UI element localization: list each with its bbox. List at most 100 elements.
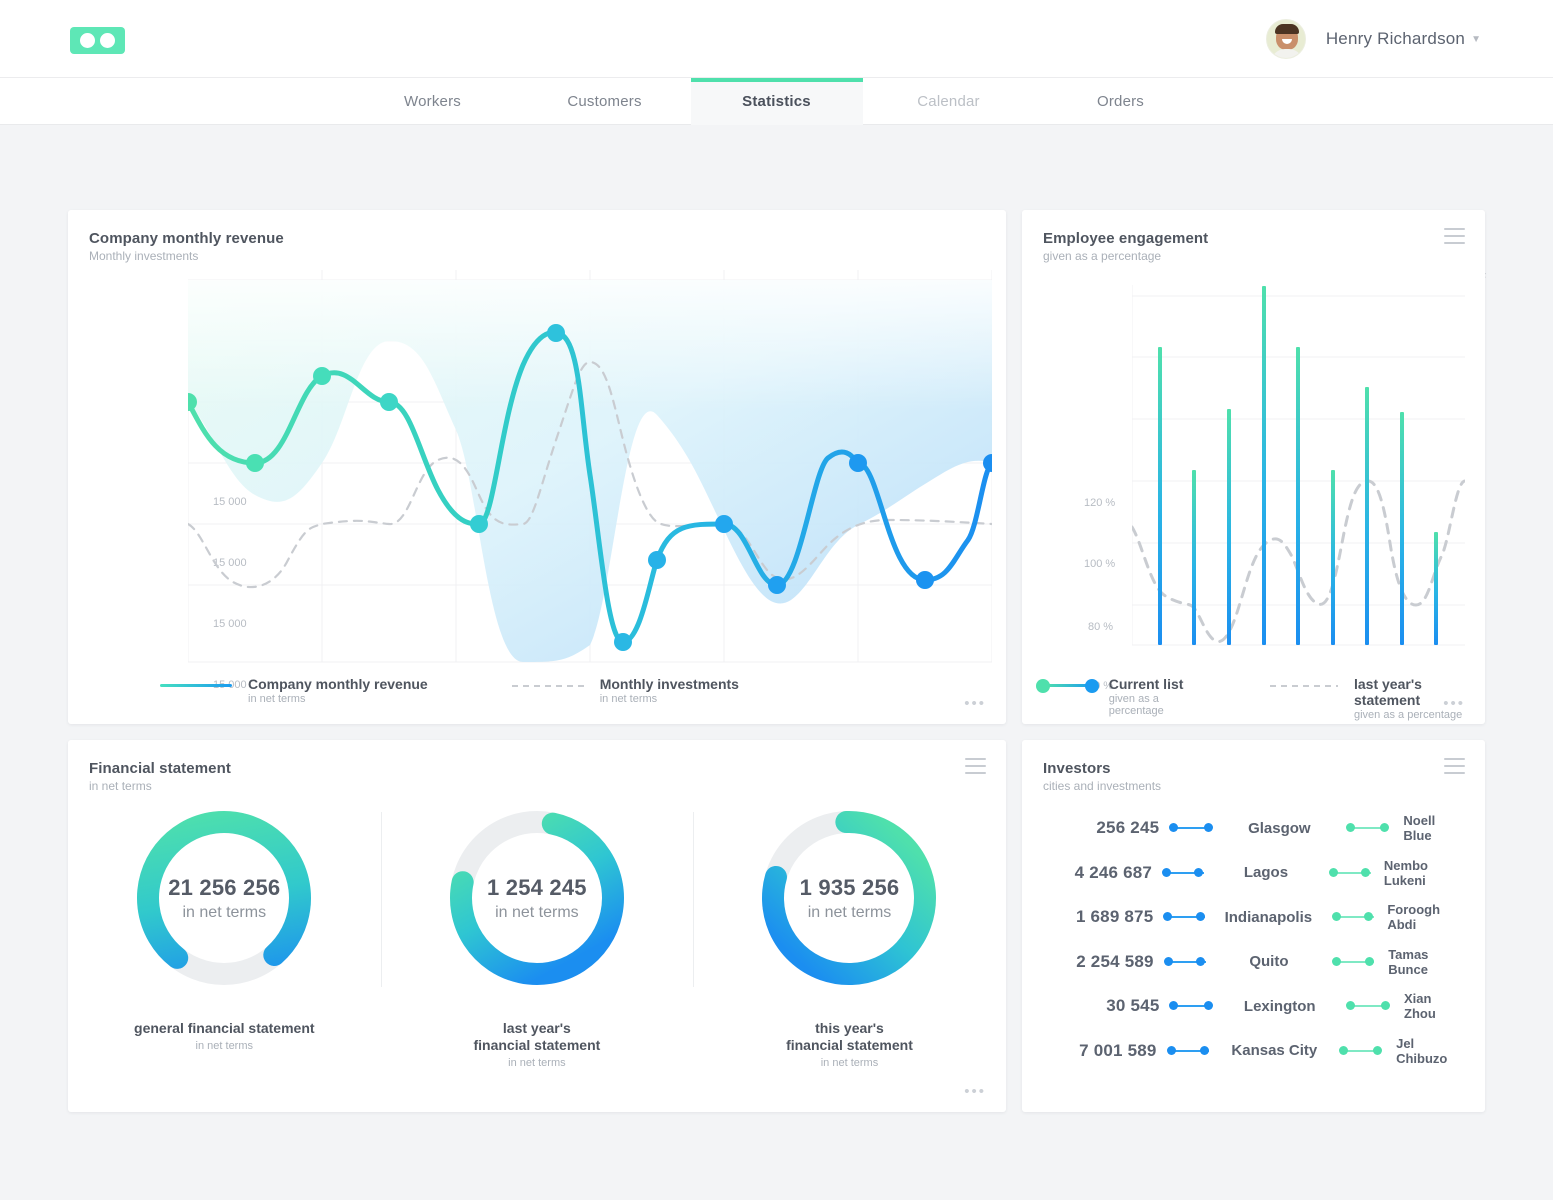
donut-unit: in net terms	[183, 904, 267, 922]
investor-city: Lagos	[1213, 864, 1319, 881]
investor-amount: 2 254 589	[1043, 952, 1154, 972]
donut-caption: general financial statement in net terms	[134, 1020, 315, 1052]
tab-label: Statistics	[742, 93, 811, 110]
donut-chart[interactable]: 1 935 256 in net terms	[753, 802, 945, 994]
legend-title: Current list	[1109, 676, 1212, 692]
menu-icon[interactable]	[965, 758, 986, 779]
investor-amount: 256 245	[1043, 818, 1159, 838]
investor-city: Indianapolis	[1215, 909, 1322, 926]
investor-city: Quito	[1215, 953, 1322, 970]
logo-dot-right	[100, 33, 115, 48]
card-subtitle: Monthly investments	[89, 249, 284, 263]
card-subtitle: in net terms	[89, 779, 231, 793]
card-more-options[interactable]: •••	[964, 1083, 986, 1100]
connector-blue-icon	[1169, 1001, 1213, 1011]
card-subtitle: given as a percentage	[1043, 249, 1208, 263]
table-row[interactable]: 30 545 Lexington Xian Zhou	[1043, 984, 1464, 1029]
logo-dot-left	[80, 33, 95, 48]
user-menu[interactable]: Henry Richardson ▼	[1266, 19, 1481, 59]
legend-item-investments[interactable]: Monthly investments in net terms	[512, 676, 739, 705]
menu-icon[interactable]	[1444, 758, 1465, 779]
legend-subtitle: given as a percentage	[1109, 693, 1212, 717]
card-header: Financial statement in net terms	[89, 760, 231, 793]
connector-green-icon	[1329, 868, 1370, 878]
connector-green-icon	[1332, 957, 1374, 967]
user-name: Henry Richardson	[1326, 29, 1465, 49]
chevron-down-icon[interactable]: ▼	[1471, 34, 1481, 45]
donut-caption-sub: in net terms	[473, 1057, 600, 1069]
donut-unit: in net terms	[495, 904, 579, 922]
card-company-monthly-revenue: Company monthly revenue Monthly investme…	[68, 210, 1006, 724]
y-tick-label: 80 %	[1088, 621, 1113, 633]
investor-person: Foroogh Abdi	[1383, 902, 1464, 932]
legend-dashed-swatch	[512, 685, 584, 687]
donut-unit: in net terms	[808, 904, 892, 922]
card-header: Investors cities and investments	[1043, 760, 1161, 793]
legend-item-current-list[interactable]: Current list given as a percentage	[1036, 676, 1212, 717]
card-employee-engagement: Employee engagement given as a percentag…	[1022, 210, 1485, 724]
card-financial-statement: Financial statement in net terms	[68, 740, 1006, 1112]
avatar	[1266, 19, 1306, 59]
card-title: Investors	[1043, 760, 1161, 777]
card-title: Financial statement	[89, 760, 231, 777]
card-more-options[interactable]: •••	[964, 695, 986, 712]
donut-value: 1 254 245	[487, 875, 587, 901]
logo-icon[interactable]	[70, 27, 125, 54]
donut-caption-main: this year's financial statement	[786, 1020, 913, 1054]
connector-green-icon	[1346, 1001, 1390, 1011]
connector-blue-icon	[1167, 1046, 1210, 1056]
tab-workers[interactable]: Workers	[347, 78, 519, 125]
investor-person: Tamas Bunce	[1384, 947, 1464, 977]
investor-person: Nembo Lukeni	[1380, 858, 1464, 888]
legend-title: Monthly investments	[600, 676, 739, 692]
card-subtitle: cities and investments	[1043, 779, 1161, 793]
table-row[interactable]: 4 246 687 Lagos Nembo Lukeni	[1043, 851, 1464, 896]
tab-orders[interactable]: Orders	[1035, 78, 1207, 125]
y-tick-label: 120 %	[1084, 497, 1115, 509]
legend-item-revenue[interactable]: Company monthly revenue in net terms	[160, 676, 428, 705]
tab-customers[interactable]: Customers	[519, 78, 691, 125]
donut-chart[interactable]: 1 254 245 in net terms	[441, 802, 633, 994]
menu-icon[interactable]	[1444, 228, 1465, 249]
legend-solid-swatch	[160, 684, 232, 687]
investor-person: Noell Blue	[1399, 813, 1464, 843]
tab-label: Workers	[404, 93, 461, 110]
investor-person: Jel Chibuzo	[1392, 1036, 1464, 1066]
donut-chart[interactable]: 21 256 256 in net terms	[128, 802, 320, 994]
card-header: Company monthly revenue Monthly investme…	[89, 230, 284, 263]
investor-amount: 30 545	[1043, 996, 1159, 1016]
table-row[interactable]: 7 001 589 Kansas City Jel Chibuzo	[1043, 1029, 1464, 1074]
top-bar: Henry Richardson ▼	[0, 0, 1553, 78]
investor-city: Glasgow	[1223, 820, 1335, 837]
investor-amount: 4 246 687	[1043, 863, 1152, 883]
connector-blue-icon	[1164, 957, 1206, 967]
connector-blue-icon	[1163, 912, 1205, 922]
y-tick-label: 100 %	[1084, 558, 1115, 570]
tab-label: Orders	[1097, 93, 1144, 110]
legend-subtitle: given as a percentage	[1354, 709, 1485, 721]
donut-general: 21 256 256 in net terms general financia…	[68, 802, 381, 1069]
donut-group: 21 256 256 in net terms general financia…	[68, 802, 1006, 1069]
tab-calendar[interactable]: Calendar	[863, 78, 1035, 125]
table-row[interactable]: 2 254 589 Quito Tamas Bunce	[1043, 940, 1464, 985]
chart-legend: Company monthly revenue in net terms Mon…	[160, 676, 739, 705]
card-more-options[interactable]: •••	[1443, 695, 1465, 712]
card-investors: Investors cities and investments 256 245…	[1022, 740, 1485, 1112]
bar-chart-plot	[1132, 285, 1465, 659]
connector-blue-icon	[1169, 823, 1213, 833]
connector-green-icon	[1339, 1046, 1382, 1056]
dashboard-page: Henry Richardson ▼ Workers Customers Sta…	[0, 0, 1553, 1200]
investor-list: 256 245 Glasgow Noell Blue 4 246 687 Lag…	[1043, 806, 1464, 1073]
table-row[interactable]: 256 245 Glasgow Noell Blue	[1043, 806, 1464, 851]
table-row[interactable]: 1 689 875 Indianapolis Foroogh Abdi	[1043, 895, 1464, 940]
donut-caption-main: last year's financial statement	[473, 1020, 600, 1054]
tab-statistics[interactable]: Statistics	[691, 78, 863, 125]
legend-subtitle: in net terms	[248, 693, 428, 705]
donut-caption-main: general financial statement	[134, 1020, 315, 1037]
legend-title: Company monthly revenue	[248, 676, 428, 692]
legend-dumbbell-swatch	[1036, 678, 1099, 694]
legend-title: last year's statement	[1354, 676, 1485, 708]
connector-blue-icon	[1162, 868, 1203, 878]
card-title: Company monthly revenue	[89, 230, 284, 247]
tab-label: Calendar	[917, 93, 979, 110]
